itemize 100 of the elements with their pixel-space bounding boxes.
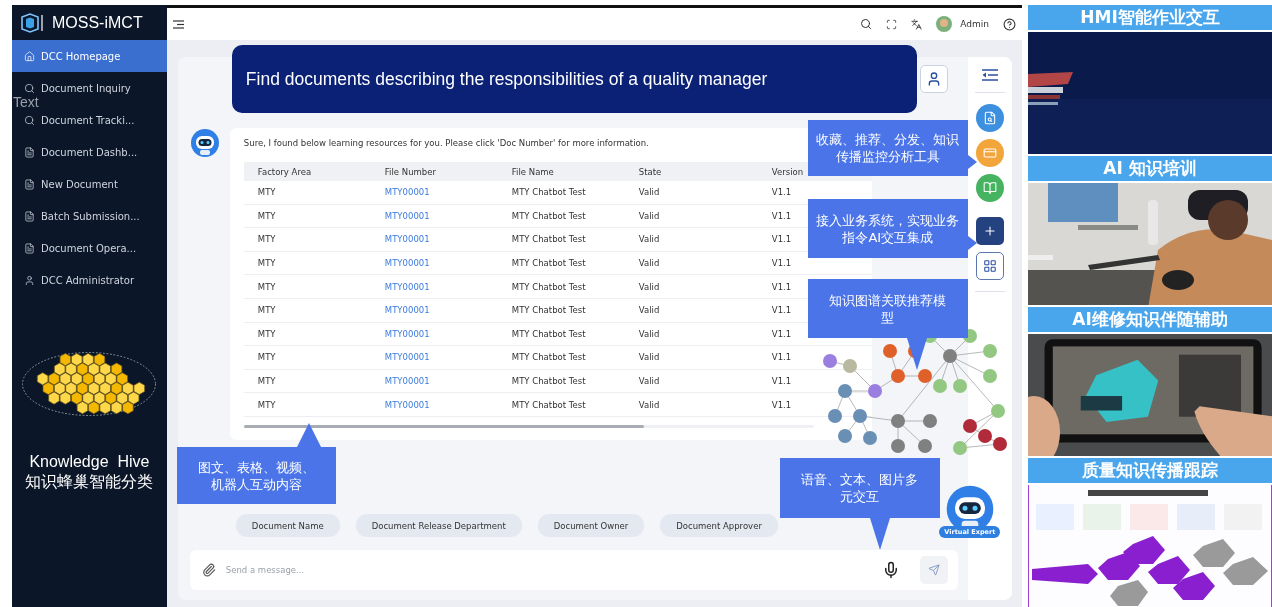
plus-icon [983, 224, 997, 238]
help-icon[interactable] [1003, 17, 1016, 31]
translate-icon[interactable] [911, 18, 923, 30]
sidebar-item[interactable]: New Document [41, 178, 118, 190]
table-cell: Valid [638, 328, 660, 339]
graph-node [982, 344, 997, 358]
fullscreen-icon[interactable] [886, 18, 898, 30]
graph-node [827, 409, 842, 423]
user-name[interactable]: Admin [960, 19, 989, 29]
table-cell: V1.1 [771, 234, 792, 245]
stray-label: Text [13, 95, 39, 110]
panel-title: AI 知识培训 [1028, 156, 1272, 181]
file-link[interactable]: MTY00001 [384, 187, 430, 198]
graph-node [982, 369, 997, 383]
sidebar-item[interactable]: Batch Submission... [41, 210, 140, 222]
graph-node [890, 414, 905, 428]
graph-node [992, 437, 1007, 451]
table-cell: Valid [638, 305, 660, 316]
sidebar-item[interactable]: Document Inquiry [41, 82, 131, 94]
table-cell: MTY Chatbot Test [511, 399, 586, 410]
callout: 知识图谱关联推荐模型 [807, 279, 968, 338]
table-cell: MTY Chatbot Test [511, 210, 586, 221]
message-field[interactable]: Send a message... [189, 550, 958, 590]
callout: 语音、文本、图片多元交互 [779, 458, 940, 518]
hive-caption: 知识蜂巢智能分类 [24, 472, 155, 492]
table-cell: MTY [257, 210, 276, 221]
table-cell: MTY Chatbot Test [511, 187, 586, 198]
sidebar-item[interactable]: DCC Administrator [41, 274, 134, 286]
hive-caption: Knowledge Hive [28, 452, 151, 472]
table-cell: Valid [638, 399, 660, 410]
callout-tail [967, 236, 977, 250]
suggestion-chip[interactable]: Document Release Department [355, 514, 522, 537]
column-header: Factory Area [257, 166, 313, 177]
table-cell: MTY [257, 352, 276, 363]
table-cell: V1.1 [771, 210, 792, 221]
graph-node [882, 344, 897, 358]
file-link[interactable]: MTY00001 [384, 352, 430, 363]
file-link[interactable]: MTY00001 [384, 281, 430, 292]
column-header: State [638, 166, 663, 177]
search-icon[interactable] [860, 18, 873, 30]
graph-node [822, 354, 837, 368]
file-link[interactable]: MTY00001 [384, 328, 430, 339]
table-cell: V1.1 [771, 376, 792, 387]
table-cell: Valid [638, 187, 660, 198]
graph-node [922, 414, 937, 428]
search-icon [24, 114, 35, 126]
document-icon [24, 146, 35, 158]
file-link[interactable]: MTY00001 [384, 234, 430, 245]
callout: 接入业务系统，实现业务指令AI交互集成 [807, 199, 968, 258]
table-cell: V1.1 [771, 187, 792, 198]
table-cell: V1.1 [771, 281, 792, 292]
menu-icon[interactable] [172, 19, 184, 29]
graph-node [862, 431, 877, 445]
suggestion-chip[interactable]: Document Name [235, 514, 340, 537]
table-cell: MTY Chatbot Test [511, 305, 586, 316]
answer-text: Sure, I found below learning resources for you. Please click 'Doc Number' for more information. [243, 138, 649, 148]
sidebar-item[interactable]: Document Dashb... [41, 146, 138, 158]
graph-node [952, 379, 967, 393]
send-icon [928, 564, 940, 576]
file-link[interactable]: MTY00001 [384, 376, 430, 387]
graph-node [952, 441, 967, 455]
sidebar-item[interactable]: Document Tracki... [41, 114, 135, 126]
graph-node [990, 404, 1005, 418]
table-cell: MTY Chatbot Test [511, 352, 586, 363]
tool-button[interactable] [976, 104, 1004, 132]
graph-node [962, 419, 977, 433]
document-icon [24, 210, 35, 222]
file-link[interactable]: MTY00001 [384, 305, 430, 316]
robot-icon [189, 128, 220, 158]
tool-button[interactable] [976, 217, 1004, 245]
graph-node [842, 359, 857, 373]
tool-button[interactable] [976, 252, 1004, 280]
indent-icon[interactable] [982, 69, 998, 81]
file-link[interactable]: MTY00001 [384, 399, 430, 410]
table-cell: Valid [638, 234, 660, 245]
file-link[interactable]: MTY00001 [384, 210, 430, 221]
attach-icon[interactable] [201, 563, 216, 577]
column-header: File Name [511, 166, 555, 177]
suggestion-chip[interactable]: Document Approver [660, 514, 778, 537]
table-cell: MTY [257, 187, 276, 198]
microphone-icon[interactable] [882, 561, 900, 579]
logo-icon [20, 12, 44, 33]
suggestion-chip[interactable]: Document Owner [537, 514, 645, 537]
sidebar-item[interactable]: DCC Homepage [12, 40, 167, 72]
sidebar-item[interactable]: Document Opera... [41, 242, 137, 254]
callout-tail [296, 423, 321, 447]
table-cell: MTY Chatbot Test [511, 376, 586, 387]
search-icon [24, 82, 35, 94]
table-cell: V1.1 [771, 352, 792, 363]
graph-node [942, 349, 957, 363]
table-cell: MTY [257, 258, 276, 269]
file-link[interactable]: MTY00001 [384, 258, 430, 269]
table-cell: MTY [257, 399, 276, 410]
table-cell: MTY [257, 376, 276, 387]
graph-node [890, 439, 905, 453]
grid-icon [983, 259, 997, 273]
table-cell: MTY [257, 281, 276, 292]
graph-node [852, 409, 867, 423]
scrollbar[interactable] [243, 424, 814, 428]
table-cell: V1.1 [771, 305, 792, 316]
